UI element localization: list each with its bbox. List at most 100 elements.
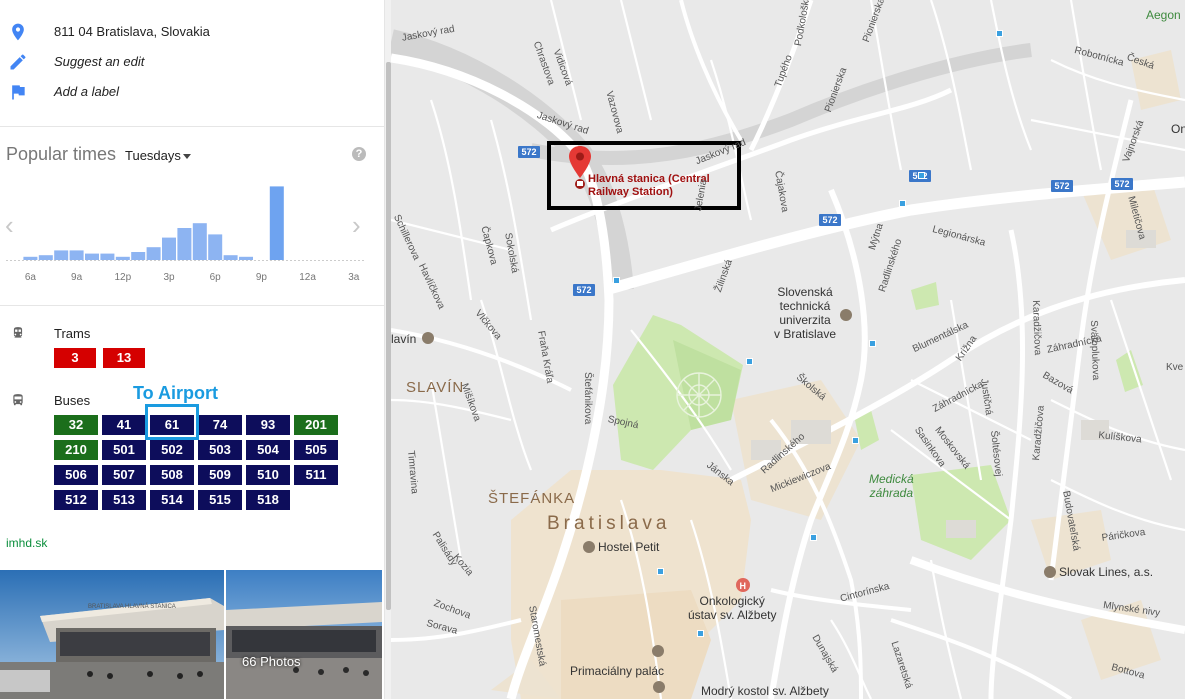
bus-line-badge[interactable]: 502 xyxy=(150,440,194,460)
clipped-label: On xyxy=(1171,122,1185,136)
bus-line-badge[interactable]: 508 xyxy=(150,465,194,485)
tram-stop-icon xyxy=(810,534,817,541)
street-label: Karadžičova xyxy=(1030,300,1043,356)
chart-bar[interactable] xyxy=(162,237,176,260)
route-shield: 572 xyxy=(573,284,595,296)
add-label-row[interactable]: Add a label xyxy=(0,77,384,107)
help-icon[interactable]: ? xyxy=(352,147,366,161)
station-label[interactable]: Hlavná stanica (Central Railway Station) xyxy=(588,173,710,199)
hospital-label[interactable]: Onkologický ústav sv. Alžbety xyxy=(688,594,776,622)
bus-line-badge[interactable]: 210 xyxy=(54,440,98,460)
address-text: 811 04 Bratislava, Slovakia xyxy=(54,24,210,39)
tram-stop-icon xyxy=(996,30,1003,37)
chart-bar[interactable] xyxy=(115,256,130,260)
primacialny-label[interactable]: Primaciálny palác xyxy=(570,664,664,678)
chart-bar[interactable] xyxy=(269,186,284,260)
poi-label-line: ústav sv. Alžbety xyxy=(688,608,777,622)
bus-line-badge[interactable]: 515 xyxy=(198,490,242,510)
bus-line-badge[interactable]: 512 xyxy=(54,490,98,510)
address-row[interactable]: 811 04 Bratislava, Slovakia xyxy=(0,17,384,47)
bus-line-badge[interactable]: 504 xyxy=(246,440,290,460)
divider xyxy=(0,126,384,127)
bus-line-badge[interactable]: 503 xyxy=(198,440,242,460)
suggest-edit-link[interactable]: Suggest an edit xyxy=(54,54,144,69)
bus-line-badge[interactable]: 510 xyxy=(246,465,290,485)
bus-line-badge[interactable]: 511 xyxy=(294,465,338,485)
bus-line-badge[interactable]: 509 xyxy=(198,465,242,485)
bus-line-badge[interactable]: 513 xyxy=(102,490,146,510)
bus-line-badge[interactable]: 506 xyxy=(54,465,98,485)
bus-line-badge[interactable]: 32 xyxy=(54,415,98,435)
chart-bar[interactable] xyxy=(85,253,99,260)
map-canvas[interactable]: H Hlavná stanica (Central Railway Statio… xyxy=(391,0,1185,699)
chart-tick-label: 3a xyxy=(348,272,360,283)
tram-icon xyxy=(13,327,23,338)
poi-label-line: Slovenská xyxy=(777,285,833,299)
bus-line-badge[interactable]: 93 xyxy=(246,415,290,435)
poi-label-line: Medická xyxy=(869,472,914,486)
panel-scrollbar[interactable] xyxy=(384,0,391,699)
location-pin-icon xyxy=(12,23,24,41)
day-selector[interactable]: Tuesdays xyxy=(125,148,181,163)
place-details-panel: 811 04 Bratislava, Slovakia Suggest an e… xyxy=(0,0,384,699)
chart-bar[interactable] xyxy=(38,255,53,260)
suggest-edit-row[interactable]: Suggest an edit xyxy=(0,47,384,77)
tram-stop-icon xyxy=(697,630,704,637)
bus-line-badge[interactable]: 41 xyxy=(102,415,146,435)
chart-bar[interactable] xyxy=(54,250,69,260)
popular-times-title: Popular times xyxy=(6,144,117,164)
chart-bar[interactable] xyxy=(146,247,161,260)
chart-tick-label: 9p xyxy=(256,272,268,283)
medicka-zahrada-label[interactable]: Medická záhrada xyxy=(869,472,914,500)
chart-bar[interactable] xyxy=(23,256,38,260)
stu-label[interactable]: Slovenská technická univerzita v Bratisl… xyxy=(774,285,836,341)
aegon-label[interactable]: Aegon xyxy=(1146,8,1181,22)
bus-line-badge[interactable]: 518 xyxy=(246,490,290,510)
popular-times-chart: 6a 9a 12p 3p 6p 9p 12a 3a xyxy=(6,186,364,283)
chart-bar[interactable] xyxy=(239,256,253,260)
chart-bar[interactable] xyxy=(192,223,207,260)
tram-stop-icon xyxy=(918,172,925,179)
modry-kostol-label[interactable]: Modrý kostol sv. Alžbety xyxy=(701,684,829,698)
poi-label-line: záhrada xyxy=(869,486,914,500)
divider xyxy=(0,305,384,306)
bus-line-badge[interactable]: 201 xyxy=(294,415,338,435)
slovak-lines-label[interactable]: Slovak Lines, a.s. xyxy=(1059,565,1153,579)
tram-stop-icon xyxy=(613,277,620,284)
photos-count: 66 Photos xyxy=(242,654,301,669)
poi-label-line: univerzita xyxy=(779,313,831,327)
route-shield: 572 xyxy=(518,146,540,158)
bus-line-badge[interactable]: 501 xyxy=(102,440,146,460)
chart-bar[interactable] xyxy=(69,250,84,260)
station-photo[interactable]: BRATISLAVA HLAVNÁ STANICA xyxy=(0,570,224,699)
slavin-poi-label[interactable]: lavín xyxy=(391,332,416,346)
chart-bar[interactable] xyxy=(208,234,223,260)
tram-line-badge[interactable]: 13 xyxy=(103,348,145,368)
tram-stop-icon xyxy=(899,200,906,207)
district-label: SLAVÍN xyxy=(406,379,465,396)
chart-tick-label: 6p xyxy=(210,272,222,283)
hostel-label[interactable]: Hostel Petit xyxy=(598,540,659,554)
chart-tick-label: 12a xyxy=(299,272,316,283)
buses-label: Buses xyxy=(54,393,91,408)
pencil-icon xyxy=(10,54,26,70)
bus-icon xyxy=(13,394,23,406)
svg-text:H: H xyxy=(740,581,747,591)
chart-bar[interactable] xyxy=(131,252,146,260)
bus-line-badge[interactable]: 507 xyxy=(102,465,146,485)
bus-line-badge[interactable]: 514 xyxy=(150,490,194,510)
flag-icon xyxy=(12,85,25,100)
caret-down-icon[interactable] xyxy=(183,154,191,159)
route-shield: 572 xyxy=(1051,180,1073,192)
chart-bar[interactable] xyxy=(100,253,115,260)
chart-bar[interactable] xyxy=(177,228,192,260)
station-photo[interactable]: 66 Photos xyxy=(226,570,382,699)
chart-bar[interactable] xyxy=(223,255,238,260)
chart-tick-label: 3p xyxy=(163,272,175,283)
bus-line-badge[interactable]: 74 xyxy=(198,415,242,435)
add-label-link[interactable]: Add a label xyxy=(54,84,119,99)
street-label: Svätoplukova xyxy=(1088,320,1102,381)
bus-line-badge[interactable]: 505 xyxy=(294,440,338,460)
tram-line-badge[interactable]: 3 xyxy=(54,348,96,368)
imhd-source-link[interactable]: imhd.sk xyxy=(6,536,47,550)
